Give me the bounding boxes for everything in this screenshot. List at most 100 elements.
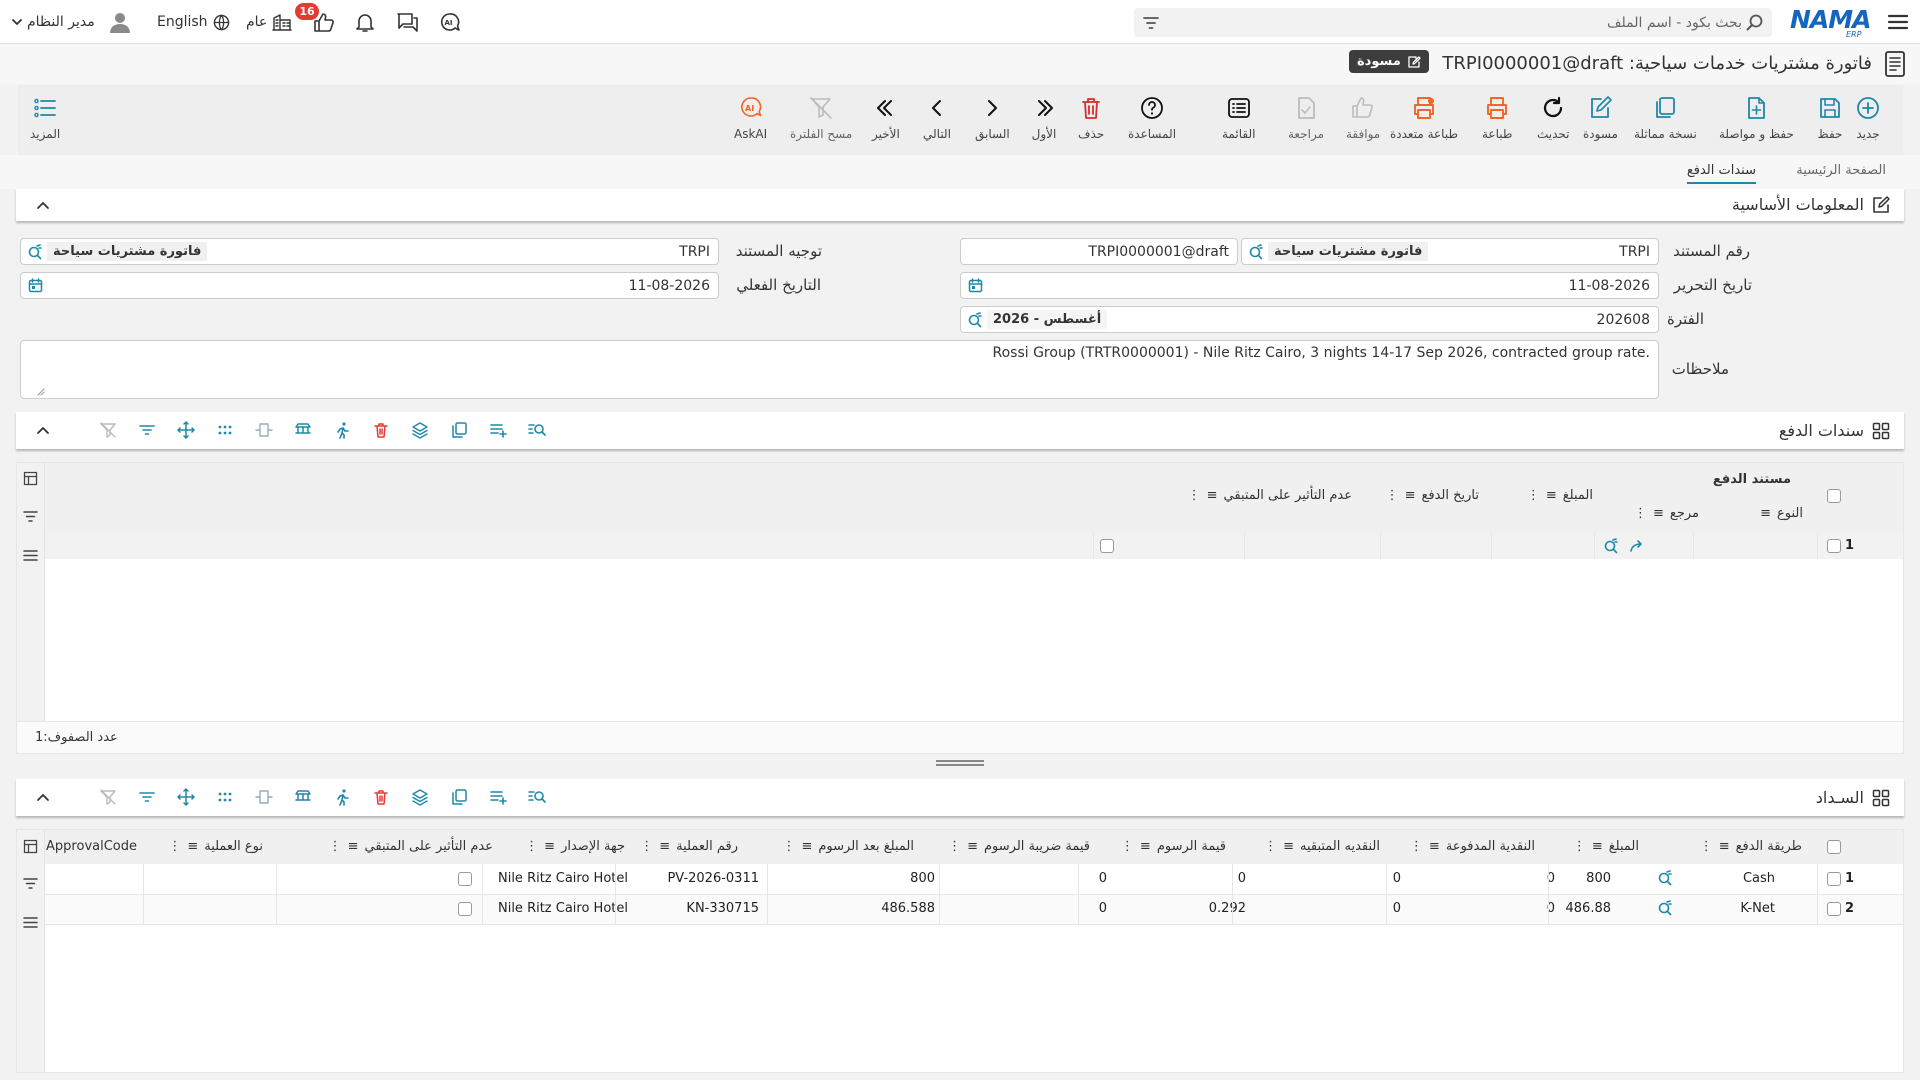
copy-row-icon[interactable] — [441, 416, 476, 444]
delete-button[interactable]: حذف — [1078, 95, 1104, 141]
lookup-icon[interactable] — [1657, 900, 1673, 916]
clear-filter-button[interactable]: مسح الفلترة — [790, 95, 852, 141]
col-type[interactable]: النوع ≡ — [1760, 506, 1803, 521]
column-filter-icon[interactable]: ≡ — [967, 839, 978, 854]
col-pay-no-effect[interactable]: عدم التأثير على المتبقي ≡ ⋮ — [329, 839, 493, 854]
multi-print-button[interactable]: طباعة متعددة — [1390, 95, 1458, 141]
col-remaining-cash[interactable]: النقديه المتبقيه ≡ ⋮ — [1264, 839, 1380, 854]
col-amount[interactable]: المبلغ ≡ ⋮ — [1527, 488, 1593, 503]
column-filter-icon[interactable]: ≡ — [187, 839, 198, 854]
select-all-checkbox[interactable] — [1827, 489, 1841, 503]
column-filter-icon[interactable]: ≡ — [1719, 839, 1730, 854]
no-effect-checkbox[interactable] — [1100, 539, 1114, 553]
cell-op-number[interactable]: KN-330715 — [686, 901, 759, 916]
lookup-icon[interactable] — [1657, 870, 1673, 886]
table-settings-icon[interactable] — [285, 416, 320, 444]
filter-icon[interactable] — [23, 877, 38, 890]
calendar-icon[interactable] — [28, 278, 43, 293]
table-row[interactable] — [45, 864, 1903, 894]
delete-row-icon[interactable] — [363, 783, 398, 811]
col-paid-cash[interactable]: النقدية المدفوعة ≡ ⋮ — [1410, 839, 1535, 854]
cell-amount[interactable]: 486.88 — [1566, 901, 1612, 916]
column-menu-icon[interactable]: ⋮ — [329, 839, 342, 854]
fit-columns-icon[interactable] — [246, 783, 281, 811]
cell-op-number[interactable]: PV-2026-0311 — [667, 871, 759, 886]
row-checkbox[interactable] — [1827, 539, 1841, 553]
row-checkbox[interactable] — [1827, 902, 1841, 916]
runner-icon[interactable] — [324, 783, 359, 811]
table-settings-icon[interactable] — [285, 783, 320, 811]
lookup-icon[interactable] — [1603, 538, 1619, 554]
table-row[interactable] — [45, 533, 1903, 559]
col-op-type[interactable]: نوع العملية ≡ ⋮ — [168, 839, 263, 854]
column-filter-icon[interactable]: ≡ — [348, 839, 359, 854]
add-row-icon[interactable] — [480, 783, 515, 811]
no-effect-checkbox[interactable] — [458, 902, 472, 916]
select-all-checkbox[interactable] — [1827, 840, 1841, 854]
cell-fees-tax[interactable]: 0 — [1099, 871, 1107, 886]
clear-filter-icon[interactable] — [90, 783, 125, 811]
cell-fees[interactable]: 0 — [1238, 871, 1246, 886]
doc-direction-field[interactable]: TRPI فاتورة مشتريات سياحة — [20, 238, 719, 265]
filter-icon[interactable] — [129, 416, 164, 444]
column-menu-icon[interactable]: ⋮ — [525, 839, 538, 854]
column-filter-icon[interactable]: ≡ — [544, 839, 555, 854]
notifications-button[interactable] — [354, 8, 376, 36]
save-continue-button[interactable]: حفظ و مواصلة — [1719, 95, 1794, 141]
lookup-icon[interactable] — [1248, 244, 1264, 260]
fit-columns-icon[interactable] — [246, 416, 281, 444]
last-button[interactable]: الأخير — [872, 95, 900, 141]
col-approval[interactable]: ApprovalCode≡⋮ — [45, 839, 137, 854]
messages-button[interactable] — [396, 8, 420, 36]
cell-amount[interactable]: 800 — [1586, 871, 1611, 886]
collapse-chevron-icon[interactable] — [36, 425, 50, 435]
column-menu-icon[interactable]: ⋮ — [640, 839, 653, 854]
list-button[interactable]: القائمة — [1222, 95, 1255, 141]
cell-method[interactable]: K-Net — [1740, 901, 1775, 916]
column-filter-icon[interactable]: ≡ — [801, 839, 812, 854]
actual-date-field[interactable]: 11-08-2026 — [20, 272, 719, 299]
row-checkbox[interactable] — [1827, 872, 1841, 886]
doc-type-field[interactable]: TRPI فاتورة مشتريات سياحة — [1241, 238, 1659, 265]
lookup-icon[interactable] — [967, 312, 983, 328]
search-rows-icon[interactable] — [519, 783, 554, 811]
column-menu-icon[interactable]: ⋮ — [168, 839, 181, 854]
cell-issuer[interactable]: Nile Ritz Cairo Hotel — [498, 871, 628, 886]
refresh-button[interactable]: تحديث — [1537, 95, 1570, 141]
duplicate-button[interactable]: نسخة مماثلة — [1634, 95, 1697, 141]
askai-button[interactable]: AI AskAI — [734, 95, 767, 141]
column-menu-icon[interactable]: ⋮ — [1188, 488, 1201, 503]
col-pay-amount[interactable]: المبلغ ≡ ⋮ — [1573, 839, 1639, 854]
column-filter-icon[interactable]: ≡ — [1592, 839, 1603, 854]
approve-button[interactable]: موافقة — [1346, 95, 1380, 141]
column-menu-icon[interactable]: ⋮ — [1386, 488, 1399, 503]
column-filter-icon[interactable]: ≡ — [1140, 839, 1151, 854]
add-row-icon[interactable] — [480, 416, 515, 444]
col-fees[interactable]: قيمة الرسوم ≡ ⋮ — [1121, 839, 1226, 854]
move-icon[interactable] — [168, 783, 203, 811]
cell-method[interactable]: Cash — [1743, 871, 1775, 886]
runner-icon[interactable] — [324, 416, 359, 444]
col-no-effect[interactable]: عدم التأثير على المتبقي ≡ ⋮ — [1188, 488, 1352, 503]
col-op-number[interactable]: رقم العملية ≡ ⋮ — [640, 839, 738, 854]
notes-textarea[interactable]: Rossi Group (TRTR0000001) - Nile Ritz Ca… — [20, 340, 1659, 399]
columns-icon[interactable] — [23, 471, 38, 486]
columns-icon[interactable] — [23, 839, 38, 854]
dots-grid-icon[interactable] — [207, 783, 242, 811]
doc-number-field[interactable]: TRPI0000001@draft — [960, 238, 1238, 265]
column-menu-icon[interactable]: ⋮ — [1634, 506, 1647, 521]
menu-lines-icon[interactable] — [23, 916, 38, 929]
col-method[interactable]: طريقة الدفع ≡ ⋮ — [1700, 839, 1802, 854]
hamburger-menu-icon[interactable] — [1886, 11, 1910, 33]
delete-row-icon[interactable] — [363, 416, 398, 444]
col-after-fees[interactable]: المبلغ بعد الرسوم ≡ ⋮ — [782, 839, 914, 854]
column-menu-icon[interactable]: ⋮ — [1700, 839, 1713, 854]
column-filter-icon[interactable]: ≡ — [1429, 839, 1440, 854]
draft-button[interactable]: مسودة — [1583, 95, 1618, 141]
help-button[interactable]: المساعدة — [1128, 95, 1176, 141]
clear-filter-icon[interactable] — [90, 416, 125, 444]
column-filter-icon[interactable]: ≡ — [1653, 506, 1664, 521]
next-button[interactable]: التالي — [923, 95, 951, 141]
no-effect-checkbox[interactable] — [458, 872, 472, 886]
filter-icon[interactable] — [23, 510, 38, 523]
